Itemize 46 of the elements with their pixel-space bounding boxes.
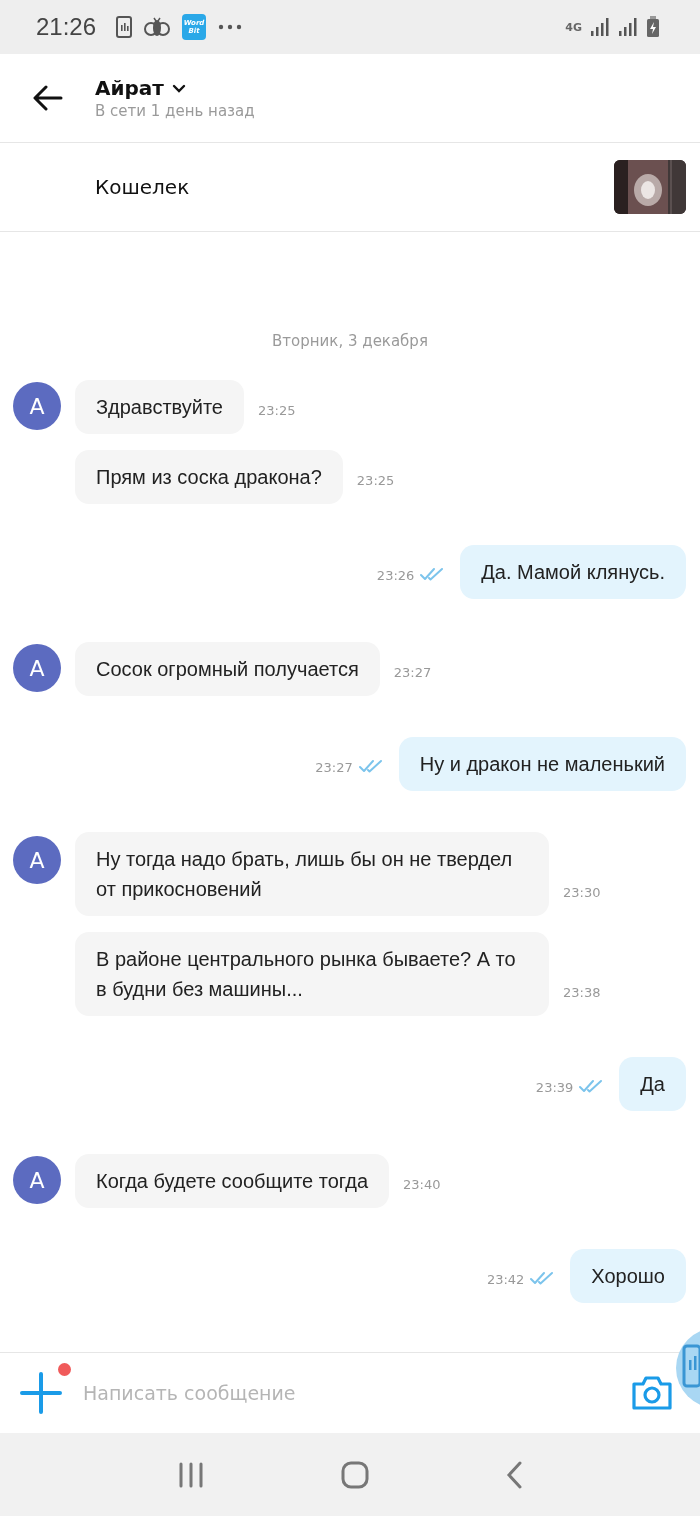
chevron-down-icon[interactable] <box>171 83 186 93</box>
attach-button[interactable] <box>19 1363 71 1415</box>
message-time: 23:26 <box>376 568 415 583</box>
signal-icon <box>590 17 610 37</box>
message-time: 23:27 <box>393 665 432 680</box>
last-seen-text: В сети 1 день назад <box>95 102 255 120</box>
message-bubble: Да <box>619 1057 686 1111</box>
bee-icon <box>144 15 171 39</box>
avatar[interactable]: А <box>13 644 61 692</box>
message-time: 23:27 <box>315 760 353 775</box>
message-time: 23:40 <box>403 1177 441 1192</box>
message-time: 23:25 <box>356 473 395 488</box>
avatar[interactable]: А <box>13 382 61 430</box>
listing-bar[interactable]: Кошелек <box>0 143 700 232</box>
camera-icon[interactable] <box>631 1375 673 1411</box>
message-bubble: Да. Мамой клянусь. <box>460 545 686 599</box>
message-bubble: Хорошо <box>570 1249 686 1303</box>
message-time: 23:39 <box>535 1080 574 1095</box>
message-bubble: Ну тогда надо брать, лишь бы он не твердел от прикосновений <box>75 832 549 916</box>
contact-name[interactable]: Айрат <box>95 76 164 100</box>
message-bubble: Здравствуйте <box>75 380 244 434</box>
message-bubble: В районе центрального рынка бываете? А то в будни без машины... <box>75 932 549 1016</box>
message-time: 23:30 <box>563 885 601 900</box>
message-bubble: Ну и дракон не маленький <box>398 737 686 791</box>
network-type-text: 4G <box>565 20 582 34</box>
plus-icon <box>19 1371 63 1415</box>
recent-apps-icon[interactable] <box>178 1461 205 1488</box>
message-bubble: Сосок огромный получается <box>75 642 380 696</box>
battery-icon <box>646 16 660 38</box>
back-icon[interactable] <box>505 1460 522 1489</box>
clock-text: 21:26 <box>36 13 97 41</box>
home-icon[interactable] <box>341 1460 369 1489</box>
message-field[interactable]: Написать сообщение <box>81 1381 631 1405</box>
avatar[interactable]: А <box>13 1156 61 1204</box>
avatar[interactable]: А <box>13 836 61 884</box>
date-separator: Вторник, 3 декабря <box>271 332 429 350</box>
more-icon <box>218 24 243 30</box>
phone-chart-icon <box>116 16 133 38</box>
back-arrow-icon[interactable] <box>33 85 63 111</box>
listing-title[interactable]: Кошелек <box>95 175 190 199</box>
message-time: 23:42 <box>486 1272 525 1287</box>
message-bubble: Прям из соска дракона? <box>75 450 343 504</box>
message-bubble: Когда будете сообщите тогда <box>75 1154 390 1208</box>
message-time: 23:25 <box>258 403 296 418</box>
message-time: 23:38 <box>563 985 601 1000</box>
signal-icon <box>618 17 638 37</box>
